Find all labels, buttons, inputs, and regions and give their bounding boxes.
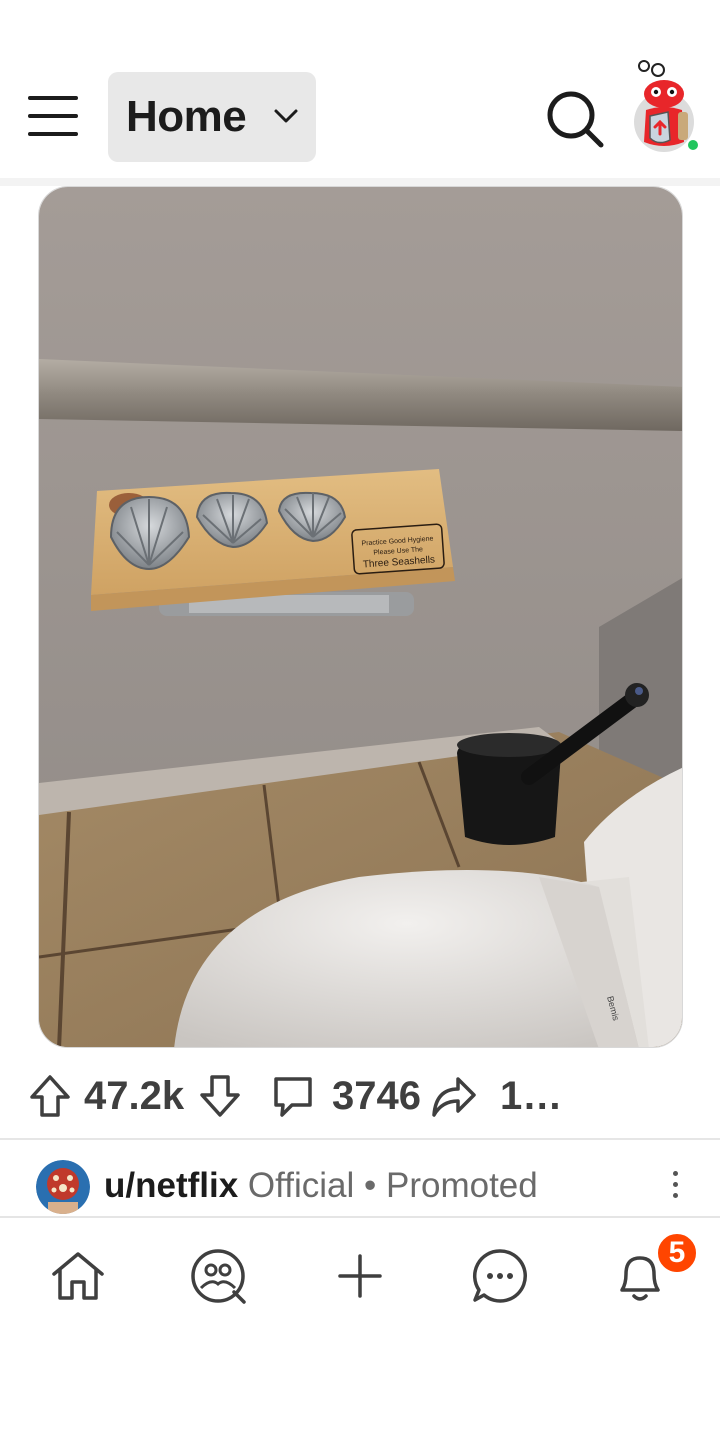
comment-count-text: 3746 — [332, 1073, 421, 1118]
comment-bubble-icon — [274, 1077, 312, 1117]
notification-count-badge: 5 — [656, 1232, 698, 1274]
share-button[interactable]: 1… — [430, 1060, 562, 1132]
more-options-icon[interactable] — [664, 1168, 686, 1204]
feed-separator — [0, 178, 720, 186]
post-image[interactable]: Practice Good Hygiene Please Use The Thr… — [38, 186, 683, 1048]
promoted-post-header[interactable]: u/netflix Official • Promoted — [0, 1152, 720, 1216]
feed-selector-label: Home — [126, 92, 247, 141]
vote-count-text: 47.2k — [84, 1073, 185, 1118]
promoted-label: Promoted — [386, 1166, 538, 1205]
share-count-text: 1… — [500, 1073, 563, 1118]
meta-separator: • — [364, 1166, 377, 1205]
post-image-bathroom-seashells: Practice Good Hygiene Please Use The Thr… — [39, 187, 682, 1047]
communities-icon[interactable] — [188, 1246, 248, 1306]
promoted-username[interactable]: u/netflix — [104, 1166, 238, 1205]
chat-icon[interactable] — [470, 1246, 530, 1306]
upvote-arrow-icon — [30, 1075, 70, 1117]
hamburger-menu-icon[interactable] — [28, 96, 78, 136]
feed-selector-button[interactable]: Home — [108, 72, 316, 162]
home-icon[interactable] — [48, 1246, 108, 1306]
upvote-button[interactable] — [28, 1060, 72, 1132]
netflix-avatar-icon[interactable] — [36, 1160, 90, 1214]
search-icon[interactable] — [544, 88, 606, 150]
vote-count: 47.2k — [84, 1060, 184, 1132]
post-action-bar: 47.2k 3746 1… — [0, 1060, 720, 1132]
share-arrow-icon — [432, 1077, 476, 1117]
bottom-navigation — [0, 1216, 720, 1326]
downvote-arrow-icon — [200, 1075, 240, 1117]
promoted-post-meta: u/netflix Official • Promoted — [104, 1166, 538, 1206]
chevron-down-icon — [274, 109, 298, 123]
top-app-bar: Home — [0, 60, 720, 178]
online-status-indicator — [686, 138, 700, 152]
post-divider — [0, 1138, 720, 1140]
official-label: Official — [247, 1166, 355, 1205]
comments-button[interactable]: 3746 — [270, 1060, 421, 1132]
downvote-button[interactable] — [198, 1060, 242, 1132]
create-plus-icon[interactable] — [330, 1246, 390, 1306]
